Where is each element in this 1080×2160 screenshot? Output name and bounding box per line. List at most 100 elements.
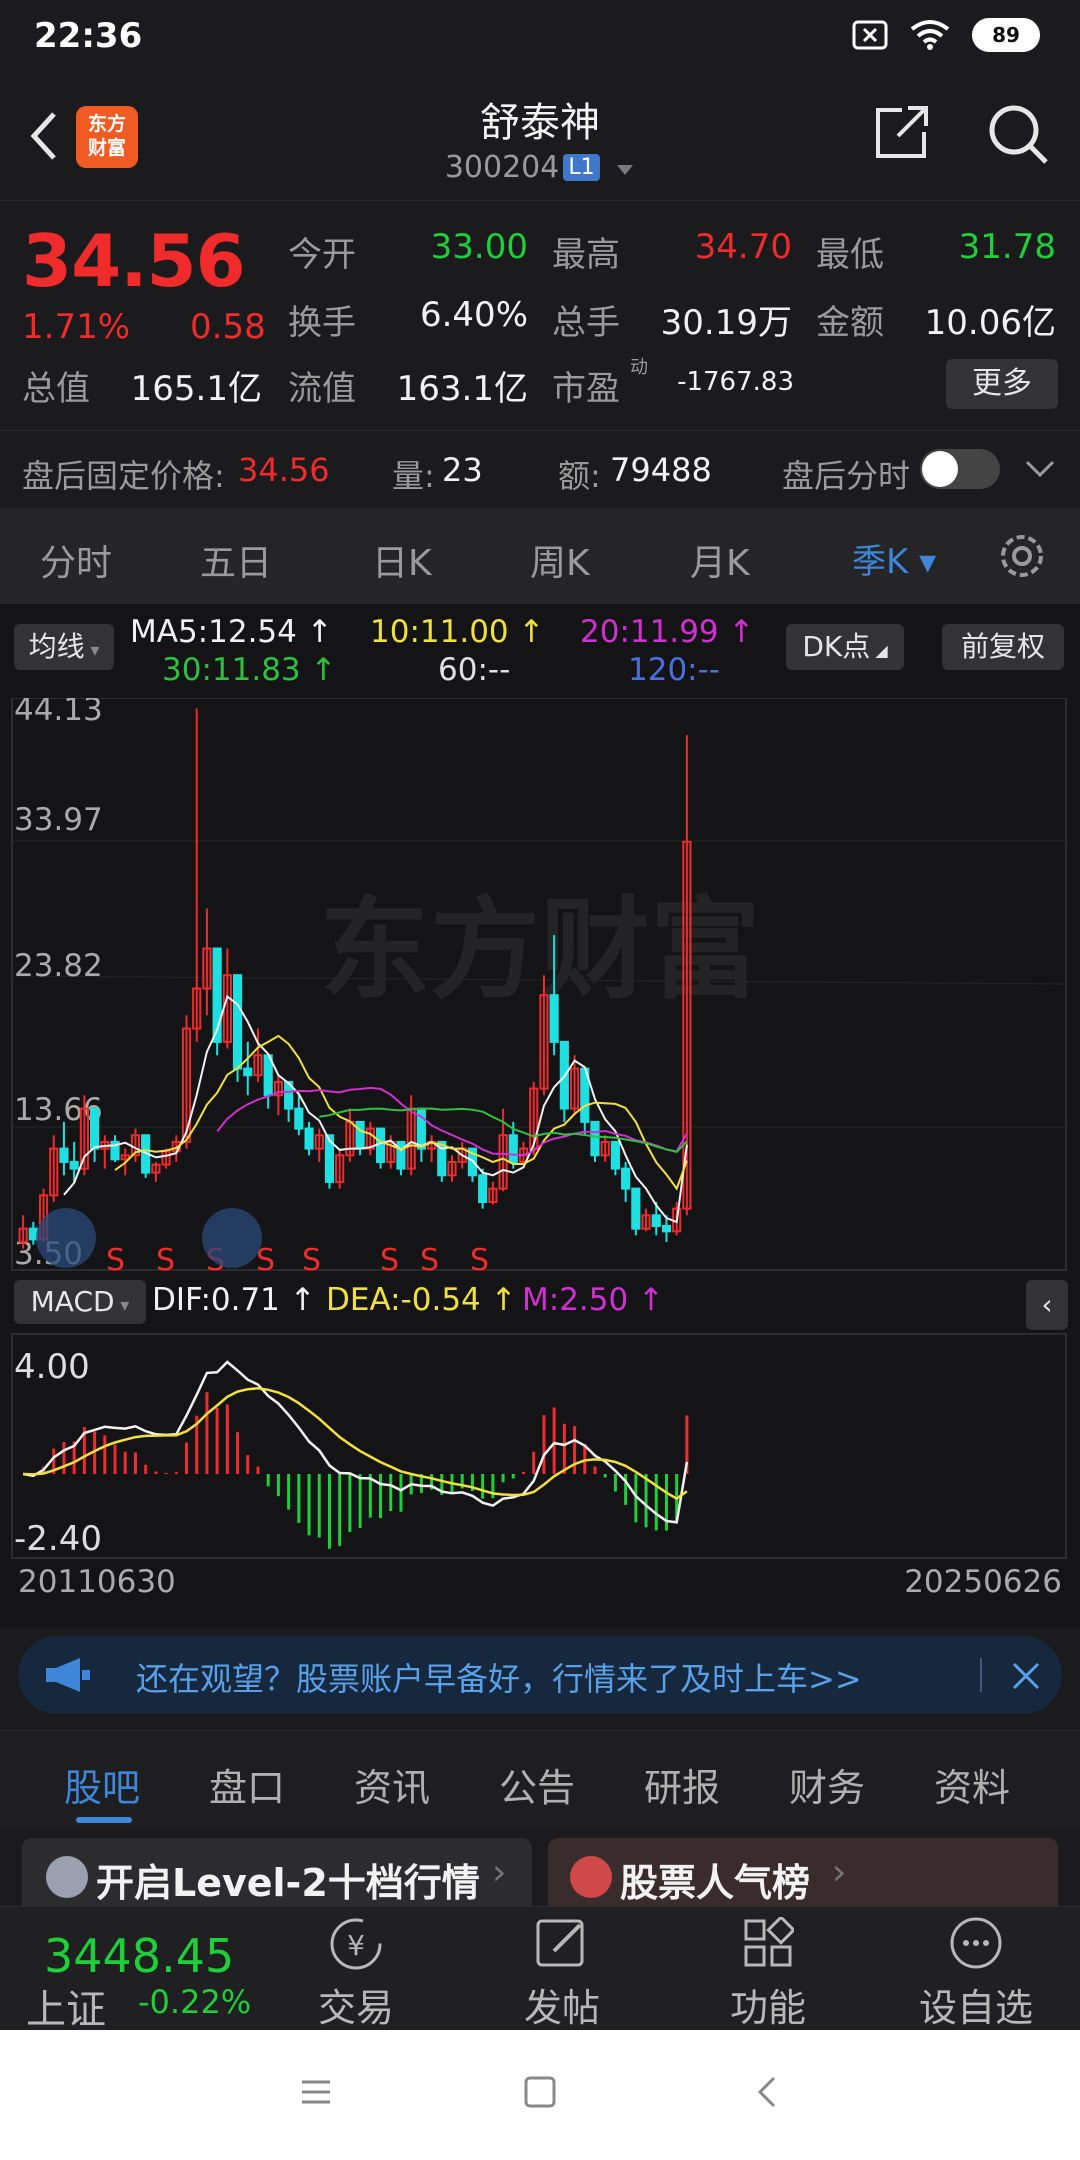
app-header: 东方 财富 舒泰神 300204 L1 xyxy=(0,76,1080,200)
candle-body xyxy=(355,1120,365,1150)
after-hours-toggle[interactable] xyxy=(920,449,1000,489)
home-icon[interactable] xyxy=(522,2074,558,2110)
candle-body xyxy=(478,1174,488,1203)
period-tab-2[interactable]: 日K xyxy=(372,534,432,586)
quote-value-0: 33.00 xyxy=(430,227,528,267)
candle-body xyxy=(69,1160,79,1170)
y-axis-label-0: 44.13 xyxy=(14,698,103,728)
megaphone-icon xyxy=(46,1658,90,1692)
candle-body xyxy=(631,1187,641,1230)
content-tab-0[interactable]: 股吧 xyxy=(64,1757,140,1812)
candle-body xyxy=(304,1127,314,1150)
nav-add-watchlist[interactable]: 设自选 xyxy=(876,1907,1076,2031)
adjust-button[interactable]: 前复权 xyxy=(942,624,1064,670)
candle-body xyxy=(651,1214,661,1227)
active-tab-indicator xyxy=(76,1817,132,1823)
period-tab-0[interactable]: 分时 xyxy=(40,534,112,586)
content-tab-3[interactable]: 公告 xyxy=(499,1757,575,1812)
menu-icon[interactable] xyxy=(298,2074,334,2110)
quote-label-3: 换手 xyxy=(288,303,356,343)
dk-point-button[interactable]: DK点 ◢ xyxy=(786,624,904,670)
more-button[interactable]: 更多 xyxy=(946,359,1058,409)
y-axis-label-2: 23.82 xyxy=(14,948,103,984)
quote-value-3: 6.40% xyxy=(419,295,528,335)
content-tab-4[interactable]: 研报 xyxy=(644,1757,720,1812)
dea-line xyxy=(23,1387,688,1501)
candle-body xyxy=(232,974,243,1070)
macd-dif: DIF:0.71 ↑ xyxy=(152,1282,316,1318)
period-tab-5[interactable]: 季K ▾ xyxy=(852,534,936,583)
ma-value-2: 20:11.99 ↑ xyxy=(580,614,755,650)
quote-label-0: 今开 xyxy=(288,235,356,275)
ma-value-1: 10:11.00 ↑ xyxy=(370,614,545,650)
macd-selector-button[interactable]: MACD ▾ xyxy=(14,1280,146,1324)
candle-body xyxy=(610,1140,620,1170)
quote-value-1: 34.70 xyxy=(694,227,792,267)
content-tab-5[interactable]: 财务 xyxy=(789,1757,865,1812)
banner-text: 还在观望？股票账户早备好，行情来了及时上车>> xyxy=(136,1660,862,1698)
change-percent: 1.71% xyxy=(22,307,131,347)
back-nav-icon[interactable] xyxy=(750,2074,786,2110)
dif-line xyxy=(22,1360,689,1524)
after-hours-amount: 79488 xyxy=(610,451,712,489)
index-ticker[interactable]: 3448.45 上证 -0.22% xyxy=(0,1907,260,2033)
more-dots-icon xyxy=(950,1917,1002,1969)
close-icon[interactable] xyxy=(1010,1660,1042,1692)
sim-x-icon xyxy=(852,20,888,50)
edit-icon xyxy=(536,1919,584,1967)
settings-gear-icon[interactable] xyxy=(996,530,1048,582)
period-tab-4[interactable]: 月K xyxy=(690,534,750,586)
nav-trade[interactable]: ¥ 交易 xyxy=(256,1907,456,2031)
content-tabs: 股吧 盘口 资讯 公告 研报 财务 资料 xyxy=(0,1730,1080,1830)
feature-cards: 开启Level-2十档行情 › 股票人气榜 › xyxy=(0,1830,1080,1928)
nav-functions[interactable]: 功能 xyxy=(668,1907,868,2031)
sell-marker-4: S xyxy=(302,1243,321,1278)
kline-chart[interactable]: 均线 ▾ DK点 ◢ 前复权 东方财富44.1333.9723.8213.663… xyxy=(0,604,1080,1628)
chevron-down-icon xyxy=(617,165,634,175)
share-icon[interactable] xyxy=(872,102,932,162)
candle-body xyxy=(661,1224,672,1233)
promo-banner[interactable]: 还在观望？股票账户早备好，行情来了及时上车>> xyxy=(18,1636,1062,1714)
status-bar: 22:36 89 xyxy=(0,0,1080,76)
content-tab-1[interactable]: 盘口 xyxy=(209,1757,285,1812)
ma-value-4: 60:-- xyxy=(438,652,511,688)
macd-dea: DEA:-0.54 ↑ xyxy=(326,1282,517,1318)
candle-body xyxy=(59,1147,69,1163)
quote-label-2: 最低 xyxy=(816,235,884,275)
wifi-icon xyxy=(910,20,950,50)
quote-value-7: 163.1亿 xyxy=(396,369,528,409)
period-tab-3[interactable]: 周K xyxy=(530,534,590,586)
change-amount: 0.58 xyxy=(190,307,266,347)
quote-value-5: 10.06亿 xyxy=(924,303,1056,343)
candle-body xyxy=(243,1067,253,1077)
ma-value-3: 30:11.83 ↑ xyxy=(162,652,337,688)
ma-selector-button[interactable]: 均线 ▾ xyxy=(14,624,114,670)
candle-body xyxy=(590,1120,600,1157)
sell-marker-7: S xyxy=(470,1243,489,1278)
macd-m: M:2.50 ↑ xyxy=(522,1282,665,1318)
content-tab-6[interactable]: 资料 xyxy=(934,1757,1010,1812)
search-icon[interactable] xyxy=(986,102,1050,166)
content-tab-2[interactable]: 资讯 xyxy=(354,1757,430,1812)
period-tab-1[interactable]: 五日 xyxy=(200,534,272,586)
sell-marker-0: S xyxy=(106,1243,125,1278)
quote-label-8: 市盈 xyxy=(552,369,620,409)
candle-body xyxy=(28,1227,38,1241)
ma-value-5: 120:-- xyxy=(628,652,720,688)
sell-marker-5: S xyxy=(380,1243,399,1278)
svg-text:¥: ¥ xyxy=(347,1929,365,1962)
quote-value-4: 30.19万 xyxy=(660,303,792,343)
quote-value-8: -1767.83 xyxy=(677,367,794,397)
y-axis-label-3: 13.66 xyxy=(14,1092,103,1128)
candle-body xyxy=(508,1134,518,1163)
quote-value-6: 165.1亿 xyxy=(130,369,262,409)
chevron-down-icon[interactable] xyxy=(1024,457,1056,481)
candle-body xyxy=(396,1140,406,1170)
ma-value-0: MA5:12.54 ↑ xyxy=(130,614,333,650)
fullscreen-button xyxy=(202,1208,262,1268)
kline-plot[interactable]: 东方财富44.1333.9723.8213.663.50SSSSSSSS4.00… xyxy=(0,698,1080,1708)
nav-post[interactable]: 发帖 xyxy=(462,1907,662,2031)
status-time: 22:36 xyxy=(34,16,143,56)
collapse-panel-button[interactable]: ‹ xyxy=(1026,1280,1068,1330)
grid-icon xyxy=(744,1917,794,1967)
